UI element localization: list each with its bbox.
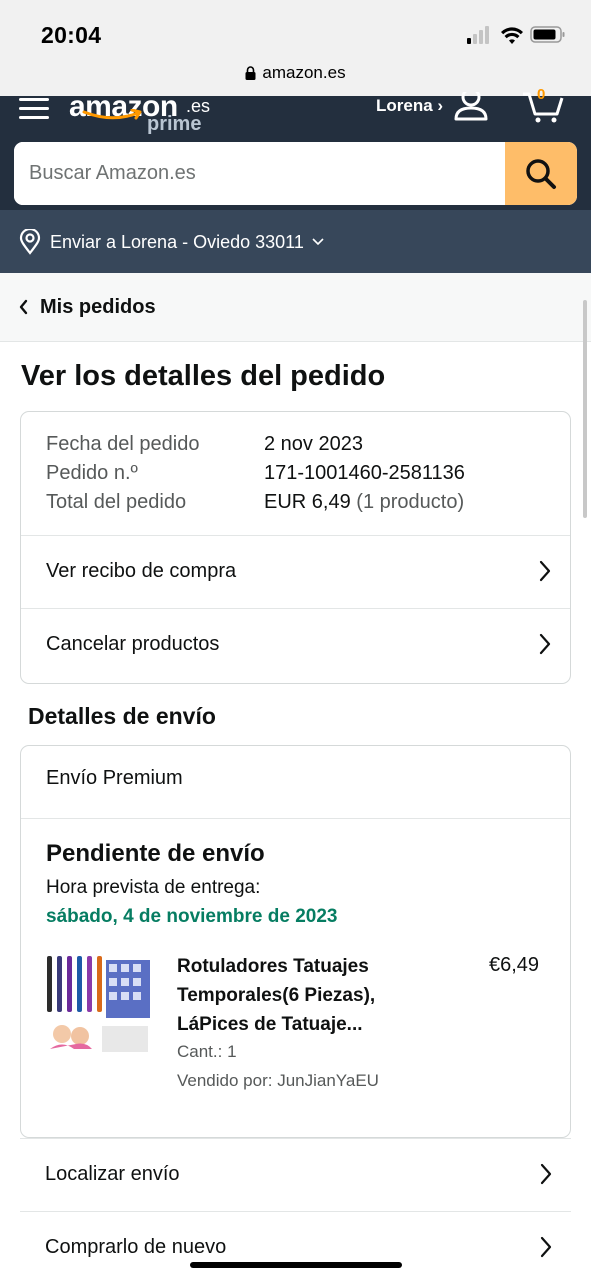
chevron-right-icon	[540, 1236, 552, 1258]
delivery-eta-date: sábado, 4 de noviembre de 2023	[46, 906, 338, 927]
account-label: Lorena ›	[376, 96, 444, 115]
delivery-bar[interactable]: Enviar a Lorena - Oviedo 33011	[0, 210, 591, 273]
breadcrumb-label: Mis pedidos	[40, 295, 156, 318]
search-icon	[526, 158, 556, 189]
product-price: €6,49	[489, 954, 540, 976]
cancel-products-row[interactable]: Cancelar productos	[21, 608, 570, 680]
cart-count: 0	[537, 86, 546, 103]
product-seller: Vendido por: JunJianYaEU	[177, 1071, 379, 1090]
delivery-eta-label: Hora prevista de entrega:	[46, 877, 261, 898]
order-date-label: Fecha del pedido	[46, 433, 200, 455]
view-receipt-label: Ver recibo de compra	[46, 560, 237, 582]
chevron-down-icon	[312, 238, 324, 246]
amazon-smile-icon	[82, 109, 142, 120]
search-input[interactable]	[14, 142, 505, 205]
order-total-label: Total del pedido	[46, 491, 187, 513]
wifi-icon	[501, 27, 523, 44]
cart-button[interactable]: 0	[521, 86, 565, 129]
location-pin-icon	[19, 229, 41, 255]
chevron-right-icon	[539, 633, 551, 655]
shipment-status: Pendiente de envío	[46, 840, 265, 867]
track-package-row[interactable]: Localizar envío	[20, 1138, 571, 1210]
search-bar	[14, 142, 577, 205]
order-total: EUR 6,49 (1 producto)	[264, 491, 464, 514]
track-package-label: Localizar envío	[45, 1163, 180, 1185]
order-number-label: Pedido n.º	[46, 462, 138, 484]
shipment-card: Envío Premium Pendiente de envío Hora pr…	[20, 745, 571, 1138]
deliver-to-label: Enviar a Lorena - Oviedo 33011	[50, 231, 304, 252]
deliver-to[interactable]: Enviar a Lorena - Oviedo 33011	[18, 229, 324, 255]
scrollbar[interactable]	[583, 300, 587, 518]
account-link[interactable]: Lorena ›	[376, 96, 443, 116]
status-icons	[467, 24, 567, 46]
chevron-left-icon	[19, 299, 28, 315]
order-number-value: 171-1001460-2581136	[264, 462, 465, 484]
battery-icon	[530, 26, 565, 43]
page-title: Ver los detalles del pedido	[21, 360, 386, 392]
product-image[interactable]	[46, 954, 152, 1056]
breadcrumb[interactable]: Mis pedidos	[0, 273, 591, 342]
buy-again-row[interactable]: Comprarlo de nuevo	[20, 1211, 571, 1280]
order-total-count: (1 producto)	[356, 491, 465, 513]
product-quantity: Cant.: 1	[177, 1042, 237, 1061]
order-total-value: EUR 6,49	[264, 491, 351, 513]
buy-again-label: Comprarlo de nuevo	[45, 1236, 227, 1258]
menu-icon[interactable]	[19, 98, 49, 120]
chevron-right-icon	[539, 560, 551, 582]
cellular-signal-icon	[467, 26, 489, 44]
shipping-method: Envío Premium	[46, 767, 183, 789]
url-text: amazon.es	[262, 63, 346, 82]
order-summary-card: Fecha del pedido 2 nov 2023 Pedido n.º 1…	[20, 411, 571, 684]
order-date-value: 2 nov 2023	[264, 433, 363, 455]
lock-icon	[245, 66, 256, 80]
user-icon[interactable]	[453, 92, 489, 122]
product-title[interactable]: Rotuladores Tatuajes Temporales(6 Piezas…	[177, 952, 412, 1039]
view-receipt-row[interactable]: Ver recibo de compra	[21, 535, 570, 607]
cancel-products-label: Cancelar productos	[46, 633, 220, 655]
home-indicator[interactable]	[190, 1262, 402, 1268]
shipping-section-title: Detalles de envío	[28, 703, 216, 729]
search-button[interactable]	[505, 142, 577, 205]
prime-logo: prime	[147, 113, 202, 135]
divider	[21, 818, 570, 819]
status-time: 20:04	[41, 22, 102, 48]
chevron-right-icon	[540, 1163, 552, 1185]
status-bar: 20:04	[0, 0, 591, 60]
